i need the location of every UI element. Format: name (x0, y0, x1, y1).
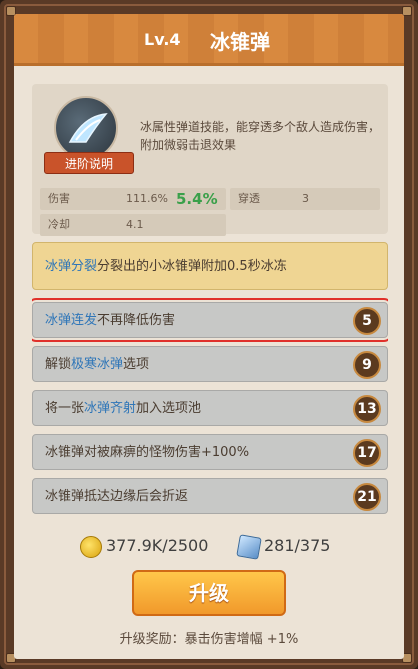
upgrade-item[interactable]: 将一张冰弹齐射加入选项池 13 (32, 390, 388, 426)
ice-cone-icon (54, 96, 118, 160)
cooldown-value: 4.1 (126, 218, 144, 231)
skill-panel: Lv.4 冰锥弹 进阶说明 冰属性弹道技能，能穿透多个敌人造成伤害，附加微弱击退… (14, 14, 404, 659)
upgrade-highlight: 冰弹分裂 (45, 259, 98, 274)
pierce-stat: 穿透 3 (230, 188, 380, 210)
cooldown-stat: 冷却 4.1 (40, 214, 226, 236)
upgrade-item[interactable]: 冰弹分裂分裂出的小冰锥弹附加0.5秒冰冻 (32, 242, 388, 290)
upgrade-item[interactable]: 冰锥弹对被麻痹的怪物伤害+100% 17 (32, 434, 388, 470)
skill-level: Lv.4 (144, 30, 181, 49)
unlock-level-badge: 9 (353, 351, 381, 379)
coin-resource: 377.9K/2500 (80, 532, 208, 560)
shard-resource: 281/375 (236, 532, 331, 560)
upgrade-item[interactable]: 冰弹连发不再降低伤害 5 (32, 298, 388, 342)
unlock-level-badge: 5 (353, 307, 381, 335)
upgrade-highlight: 冰弹连发 (45, 313, 98, 328)
skill-info-card: 进阶说明 冰属性弹道技能，能穿透多个敌人造成伤害，附加微弱击退效果 伤害 111… (32, 84, 388, 236)
panel-header: Lv.4 冰锥弹 (14, 14, 404, 66)
skill-name: 冰锥弹 (210, 30, 270, 54)
coin-count: 377.9K/2500 (106, 536, 209, 555)
damage-bonus: 5.4% (176, 190, 218, 208)
upgrade-button[interactable]: 升级 (132, 570, 286, 616)
upgrade-list[interactable]: 冰弹分裂分裂出的小冰锥弹附加0.5秒冰冻 冰弹连发不再降低伤害 5 解锁极寒冰弹… (32, 242, 388, 514)
shard-count: 281/375 (264, 536, 331, 555)
upgrade-highlight: 极寒冰弹 (71, 357, 124, 372)
upgrade-reward: 升级奖励：暴击伤害增幅 +1% (119, 632, 299, 647)
pierce-value: 3 (302, 192, 309, 205)
advance-info-button[interactable]: 进阶说明 (44, 152, 134, 174)
skill-shard-icon (236, 533, 262, 560)
damage-stat: 伤害 111.6% 5.4% (40, 188, 226, 210)
unlock-level-badge: 17 (353, 439, 381, 467)
pierce-label: 穿透 (238, 192, 260, 205)
upgrade-highlight: 冰弹齐射 (84, 401, 137, 416)
damage-value: 111.6% (126, 192, 168, 205)
cooldown-label: 冷却 (48, 218, 70, 231)
upgrade-item[interactable]: 解锁极寒冰弹选项 9 (32, 346, 388, 382)
coin-icon (80, 535, 102, 558)
upgrade-item[interactable]: 冰锥弹抵达边缘后会折返 21 (32, 478, 388, 514)
unlock-level-badge: 13 (353, 395, 381, 423)
damage-label: 伤害 (48, 192, 70, 205)
unlock-level-badge: 21 (353, 483, 381, 511)
skill-description: 冰属性弹道技能，能穿透多个敌人造成伤害，附加微弱击退效果 (140, 120, 381, 152)
